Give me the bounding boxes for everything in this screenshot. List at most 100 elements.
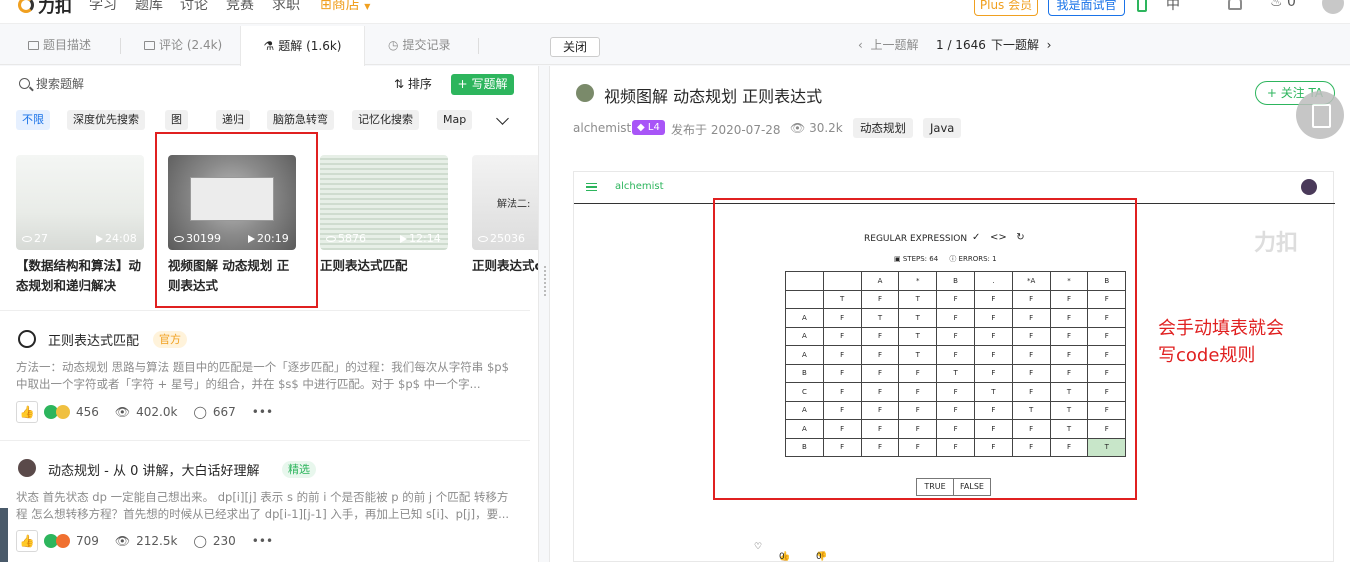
annotation-line-2: 写code规则 — [1158, 345, 1256, 366]
divider — [0, 310, 530, 311]
red-annotation: 会手动填表就会 写code规则 — [1158, 315, 1284, 369]
flask-icon: ⚗ — [263, 38, 275, 53]
shop-icon: ⊞ — [320, 0, 332, 13]
tab-label: 题解 (1.6k) — [278, 38, 342, 53]
tag-dynamic-programming[interactable]: 动态规划 — [853, 118, 913, 138]
nav-learn[interactable]: 学习 — [89, 0, 117, 14]
filter-chip-recursion[interactable]: 递归 — [216, 110, 250, 130]
language-switch[interactable]: 中 — [1166, 0, 1180, 14]
eye-icon — [22, 235, 32, 242]
author-name[interactable]: alchemist — [573, 121, 631, 135]
video-footer: ♡ 👍 0 👎 0 — [574, 532, 1335, 562]
filter-chip-graph[interactable]: 图 — [165, 110, 188, 130]
play-icon — [400, 234, 407, 243]
highlight-box — [155, 132, 318, 308]
author-avatar[interactable] — [576, 84, 594, 102]
tab-description[interactable]: 题目描述 — [28, 26, 91, 65]
comment-count: 230 — [212, 534, 236, 548]
filter-chip-brainteaser[interactable]: 脑筋急转弯 — [267, 110, 334, 130]
divider — [0, 440, 530, 441]
nav-contest[interactable]: 竞赛 — [226, 0, 254, 14]
write-solution-button[interactable]: + 写题解 — [451, 74, 514, 95]
video-title[interactable]: 正则表达式c++实现i — [472, 256, 538, 296]
eye-icon: 👁 — [790, 121, 806, 135]
laugh-reaction-icon — [56, 534, 70, 548]
next-solution-button[interactable]: 下一题解 › — [991, 26, 1051, 65]
drag-handle-icon — [544, 266, 546, 296]
nav-shop[interactable]: ⊞商店 ▼ — [320, 0, 370, 14]
bell-icon[interactable] — [1228, 0, 1242, 10]
more-icon[interactable]: ••• — [252, 405, 273, 419]
tab-solutions[interactable]: ⚗ 题解 (1.6k) — [240, 26, 365, 66]
tab-divider — [478, 38, 479, 54]
plus-member-button[interactable]: Plus 会员 — [974, 0, 1038, 16]
like-button[interactable]: 👍 — [16, 401, 38, 423]
video-thumbnail[interactable]: 解法二: 25036 — [472, 155, 538, 250]
write-label: 写题解 — [471, 77, 508, 91]
plus-icon: + — [457, 77, 468, 91]
level-badge: ◆ L4 — [632, 120, 665, 135]
view-count: 5876 — [326, 232, 366, 245]
like-button[interactable]: 👍 — [16, 530, 38, 552]
menu-icon[interactable] — [586, 183, 597, 191]
featured-badge: 精选 — [282, 461, 316, 478]
tab-comments[interactable]: 评论 (2.4k) — [144, 26, 222, 65]
tag-java[interactable]: Java — [923, 118, 962, 138]
video-thumbnail[interactable]: 27 24:08 — [16, 155, 144, 250]
video-card[interactable]: 解法二: 25036 正则表达式c++实现i — [472, 155, 538, 296]
post-stats: 👍 456 👁 402.0k ◯ 667 ••• — [16, 401, 273, 423]
tab-bar: 题目描述 评论 (2.4k) ⚗ 题解 (1.6k) ◷ 提交记录 — [0, 26, 1350, 66]
filter-chip-dfs[interactable]: 深度优先搜索 — [67, 110, 145, 130]
interviewer-button[interactable]: 我是面试官 — [1048, 0, 1125, 16]
tab-divider — [120, 38, 121, 54]
flame-counter[interactable]: ♨ 0 — [1270, 0, 1296, 10]
video-card[interactable]: 27 24:08 【数据结构和算法】动态规划和递归解决 — [16, 155, 144, 296]
comment-icon — [144, 41, 155, 50]
notebook-float-button[interactable] — [1296, 91, 1344, 139]
chevron-down-icon[interactable] — [496, 112, 509, 125]
tab-submissions[interactable]: ◷ 提交记录 — [388, 26, 451, 65]
nav-problems[interactable]: 题库 — [135, 0, 163, 14]
comment-icon[interactable]: ◯ — [193, 405, 206, 419]
leetcode-avatar[interactable] — [18, 330, 36, 348]
logo-icon — [18, 0, 34, 13]
view-count-value: 5876 — [338, 232, 366, 245]
search-input[interactable] — [36, 74, 336, 94]
nav-jobs[interactable]: 求职 — [272, 0, 300, 14]
eye-icon — [326, 235, 336, 242]
scrollbar-thumb[interactable] — [0, 508, 8, 562]
user-avatar[interactable] — [1322, 0, 1344, 14]
filter-chip-memoization[interactable]: 记忆化搜索 — [352, 110, 419, 130]
more-icon[interactable]: ••• — [252, 534, 273, 548]
video-thumbnail[interactable]: 5876 12:14 — [320, 155, 448, 250]
video-card[interactable]: 5876 12:14 正则表达式匹配 — [320, 155, 448, 296]
video-title[interactable]: 【数据结构和算法】动态规划和递归解决 — [16, 256, 144, 296]
phone-icon[interactable] — [1137, 0, 1147, 12]
nav-discuss[interactable]: 讨论 — [180, 0, 208, 14]
post-excerpt[interactable]: 状态 首先状态 dp 一定能自己想出来。 dp[i][j] 表示 s 的前 i … — [16, 489, 516, 523]
search-icon — [19, 78, 30, 89]
view-count: 25036 — [478, 232, 525, 245]
video-title[interactable]: 正则表达式匹配 — [320, 256, 448, 296]
close-button[interactable]: 关闭 — [550, 37, 600, 57]
prev-label: 上一题解 — [870, 38, 919, 52]
dislike-count: 0 — [816, 552, 822, 562]
clock-icon: ◷ — [388, 38, 399, 52]
post-title[interactable]: 动态规划 - 从 0 讲解，大白话好理解 — [48, 460, 260, 479]
post-excerpt[interactable]: 方法一：动态规划 思路与算法 题目中的匹配是一个「逐步匹配」的过程：我们每次从字… — [16, 359, 516, 393]
sort-label: 排序 — [407, 77, 432, 91]
user-avatar[interactable] — [18, 459, 36, 477]
prev-solution-button[interactable]: ‹ 上一题解 — [858, 26, 918, 65]
sort-button[interactable]: ⇅ 排序 — [394, 75, 432, 92]
document-icon — [28, 41, 39, 50]
post-title[interactable]: 正则表达式匹配 — [48, 330, 139, 349]
tab-label: 提交记录 — [402, 38, 451, 52]
leetcode-logo[interactable]: 力扣 — [18, 0, 72, 17]
top-navbar: 力扣 学习 题库 讨论 竞赛 求职 ⊞商店 ▼ Plus 会员 我是面试官 中 … — [0, 0, 1350, 24]
panel-splitter[interactable] — [538, 66, 550, 562]
heart-icon[interactable]: ♡ — [754, 542, 762, 552]
comment-icon[interactable]: ◯ — [193, 534, 206, 548]
filter-chip-map[interactable]: Map — [437, 110, 473, 130]
flame-count: 0 — [1287, 0, 1296, 10]
filter-chip-all[interactable]: 不限 — [16, 110, 50, 130]
